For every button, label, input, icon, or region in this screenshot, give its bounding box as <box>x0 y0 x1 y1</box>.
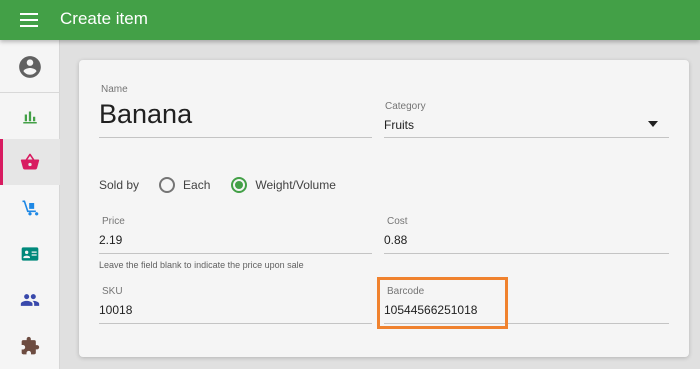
name-field[interactable]: Name Banana <box>99 84 372 138</box>
sidebar-item-reports[interactable] <box>0 93 60 139</box>
barcode-underline <box>384 323 669 324</box>
barcode-label: Barcode <box>387 286 425 297</box>
hamburger-menu-icon[interactable] <box>20 13 38 27</box>
sku-value: 10018 <box>99 303 133 317</box>
barcode-field[interactable]: Barcode 10544566251018 <box>384 285 669 324</box>
price-label: Price <box>102 216 125 227</box>
sidebar-item-items[interactable] <box>0 139 60 185</box>
cost-underline <box>384 253 669 254</box>
sidebar-item-account[interactable] <box>0 44 60 90</box>
price-value: 2.19 <box>99 233 123 247</box>
sidebar-item-apps[interactable] <box>0 323 60 369</box>
sold-by-label: Sold by <box>99 178 140 192</box>
bar-chart-icon <box>23 111 37 124</box>
contact-card-icon <box>21 247 39 261</box>
barcode-value: 10544566251018 <box>384 303 478 317</box>
category-underline <box>384 137 669 138</box>
category-value: Fruits <box>384 118 414 132</box>
price-hint: Leave the field blank to indicate the pr… <box>99 260 304 270</box>
people-icon <box>20 294 40 306</box>
cost-value: 0.88 <box>384 233 408 247</box>
account-circle-icon <box>19 56 41 78</box>
chevron-down-icon <box>648 121 658 127</box>
price-underline <box>99 253 372 254</box>
puzzle-icon <box>21 336 40 355</box>
hand-truck-icon <box>22 200 39 216</box>
sold-by-group: Sold by Each Weight/Volume <box>99 176 336 194</box>
sidebar-item-customers[interactable] <box>0 231 60 277</box>
sidebar <box>0 40 60 369</box>
sidebar-item-inventory[interactable] <box>0 185 60 231</box>
app-bar: Create item <box>0 0 700 40</box>
cost-label: Cost <box>387 216 408 227</box>
radio-each[interactable] <box>159 177 176 193</box>
price-field[interactable]: Price 2.19 <box>99 215 372 254</box>
sidebar-item-employees[interactable] <box>0 277 60 323</box>
sku-label: SKU <box>102 286 123 297</box>
basket-icon <box>20 153 40 170</box>
sku-underline <box>99 323 372 324</box>
radio-weight-volume[interactable] <box>231 177 248 193</box>
radio-weight-volume-label[interactable]: Weight/Volume <box>255 178 336 192</box>
sku-field[interactable]: SKU 10018 <box>99 285 372 324</box>
name-value: Banana <box>99 99 193 129</box>
page-title: Create item <box>60 9 148 28</box>
category-label: Category <box>385 101 426 112</box>
cost-field[interactable]: Cost 0.88 <box>384 215 669 254</box>
radio-each-label[interactable]: Each <box>183 178 210 192</box>
name-label: Name <box>101 84 128 95</box>
category-select[interactable]: Category Fruits <box>384 101 669 138</box>
name-underline <box>99 137 372 138</box>
